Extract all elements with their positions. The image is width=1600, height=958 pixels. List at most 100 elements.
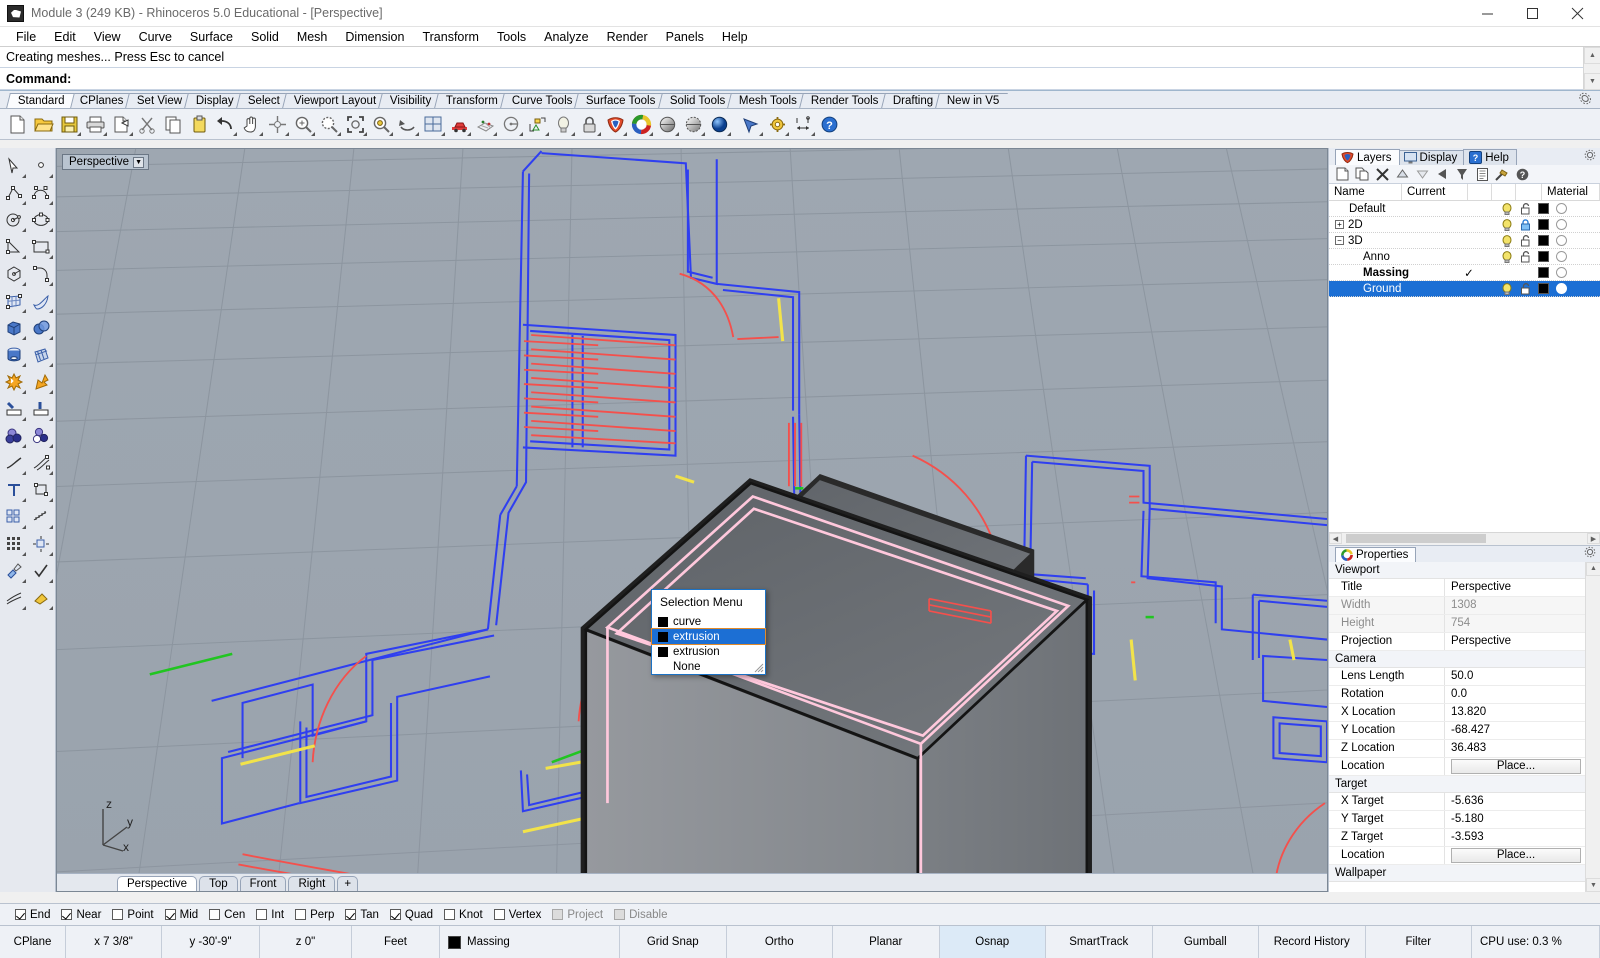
layer-current-marker[interactable]: ✓ xyxy=(1436,266,1502,280)
layers-scroll-right-icon[interactable]: ▶ xyxy=(1587,533,1600,544)
viewport-tab-top[interactable]: Top xyxy=(199,876,238,891)
selection-menu-item[interactable]: extrusion xyxy=(651,628,766,645)
osnap-option-int[interactable]: Int xyxy=(251,909,289,921)
viewport-layout-icon[interactable] xyxy=(421,112,446,137)
menu-item-surface[interactable]: Surface xyxy=(181,28,242,46)
status-toggle-osnap[interactable]: Osnap xyxy=(939,926,1046,958)
render-preview-icon[interactable] xyxy=(739,112,764,137)
layer-visibility-bulb-icon[interactable] xyxy=(1502,218,1513,231)
osnap-checkbox[interactable] xyxy=(552,909,564,920)
osnap-option-vertex[interactable]: Vertex xyxy=(489,909,547,921)
command-scrollbar[interactable]: ▲ ▼ xyxy=(1583,47,1600,90)
zoom-selected-icon[interactable] xyxy=(369,112,394,137)
split-icon[interactable] xyxy=(27,395,54,422)
layer-visibility-bulb-icon[interactable] xyxy=(1502,282,1513,295)
viewport-menu-caret-icon[interactable]: ▼ xyxy=(133,156,145,168)
menu-item-edit[interactable]: Edit xyxy=(45,28,85,46)
menu-item-view[interactable]: View xyxy=(85,28,130,46)
menu-item-dimension[interactable]: Dimension xyxy=(336,28,413,46)
viewport-tab-front[interactable]: Front xyxy=(239,876,287,891)
status-toggle-ortho[interactable]: Ortho xyxy=(727,926,833,958)
properties-scroll-up-icon[interactable]: ▲ xyxy=(1586,561,1600,576)
osnap-option-point[interactable]: Point xyxy=(107,909,158,921)
save-file-icon[interactable] xyxy=(57,112,82,137)
layer-lock-icon[interactable] xyxy=(1520,267,1531,279)
light-bulb-icon[interactable] xyxy=(551,112,576,137)
layer-color-swatch[interactable] xyxy=(1538,203,1549,214)
boolean-difference-icon[interactable] xyxy=(27,422,54,449)
object-snap-icon[interactable] xyxy=(525,112,550,137)
delete-layer-icon[interactable] xyxy=(1373,166,1391,183)
osnap-checkbox[interactable] xyxy=(295,909,307,920)
polyline-icon[interactable] xyxy=(0,179,27,206)
layer-properties-icon[interactable] xyxy=(1473,166,1491,183)
color-wheel-icon[interactable] xyxy=(629,112,654,137)
new-layer-icon[interactable] xyxy=(1333,166,1351,183)
place-button[interactable]: Place... xyxy=(1451,847,1581,863)
menu-item-analyze[interactable]: Analyze xyxy=(535,28,597,46)
boolean-spheres-icon[interactable] xyxy=(27,314,54,341)
panel-tab-help[interactable]: ? Help xyxy=(1463,149,1517,165)
layers-help-icon[interactable]: ? xyxy=(1513,166,1531,183)
properties-scrollbar[interactable]: ▲ ▼ xyxy=(1585,561,1600,892)
fillet-curve-icon[interactable] xyxy=(27,260,54,287)
osnap-checkbox[interactable] xyxy=(112,909,124,920)
layer-expander-icon[interactable]: + xyxy=(1335,220,1344,229)
selection-menu-item[interactable]: curve xyxy=(652,614,765,629)
osnap-checkbox[interactable] xyxy=(493,909,505,920)
osnap-option-end[interactable]: End xyxy=(10,909,55,921)
property-value[interactable]: -5.180 xyxy=(1445,811,1585,828)
toolbar-tab-transform[interactable]: Transform xyxy=(433,93,507,108)
menu-item-panels[interactable]: Panels xyxy=(657,28,713,46)
status-units[interactable]: Feet xyxy=(352,926,440,958)
toolbar-tab-visibility[interactable]: Visibility xyxy=(378,93,441,108)
osnap-checkbox[interactable] xyxy=(256,909,268,920)
layer-material-swatch[interactable] xyxy=(1556,283,1567,294)
layer-visibility-bulb-icon[interactable] xyxy=(1502,267,1513,279)
new-sublayer-icon[interactable] xyxy=(1353,166,1371,183)
grid-snap-tool-icon[interactable] xyxy=(0,530,27,557)
render-mesh-icon[interactable] xyxy=(27,584,54,611)
menu-item-curve[interactable]: Curve xyxy=(130,28,181,46)
toolbar-tab-drafting[interactable]: Drafting xyxy=(880,93,942,108)
status-current-layer[interactable]: Massing xyxy=(440,926,620,958)
toolbar-tab-render-tools[interactable]: Render Tools xyxy=(799,93,888,108)
panel-tab-layers[interactable]: Layers xyxy=(1335,149,1400,165)
rotate-view-icon[interactable] xyxy=(265,112,290,137)
paste-icon[interactable] xyxy=(187,112,212,137)
place-button[interactable]: Place... xyxy=(1451,758,1581,774)
new-file-icon[interactable] xyxy=(5,112,30,137)
status-toggle-record-history[interactable]: Record History xyxy=(1259,926,1366,958)
properties-content[interactable]: Viewport Title Perspective Width 1308 Height 7… xyxy=(1329,561,1600,892)
layers-list[interactable]: Default +2D −3D Anno Massing ✓ Ground xyxy=(1329,201,1600,532)
analyze-tool-icon[interactable] xyxy=(0,584,27,611)
layer-row[interactable]: −3D xyxy=(1329,233,1600,249)
close-button[interactable] xyxy=(1555,0,1600,27)
layers-horizontal-scrollbar[interactable]: ◀ ▶ xyxy=(1329,531,1600,545)
help-icon[interactable]: ? xyxy=(817,112,842,137)
status-toggle-grid-snap[interactable]: Grid Snap xyxy=(620,926,727,958)
osnap-option-cen[interactable]: Cen xyxy=(204,909,250,921)
move-object-icon[interactable] xyxy=(27,530,54,557)
property-value[interactable]: Perspective xyxy=(1445,579,1585,596)
layers-column-icon4[interactable] xyxy=(1516,184,1542,200)
panel-options-gear-icon[interactable] xyxy=(1584,149,1596,164)
toolbar-tab-surface-tools[interactable]: Surface Tools xyxy=(574,93,665,108)
toolbar-tab-display[interactable]: Display xyxy=(184,93,243,108)
status-toggle-smarttrack[interactable]: SmartTrack xyxy=(1046,926,1153,958)
array-icon[interactable] xyxy=(0,503,27,530)
osnap-checkbox[interactable] xyxy=(614,909,626,920)
layer-lock-icon[interactable] xyxy=(1520,218,1531,231)
mesh-from-surface-icon[interactable] xyxy=(27,341,54,368)
boolean-union-icon[interactable] xyxy=(0,422,27,449)
menu-item-help[interactable]: Help xyxy=(713,28,757,46)
layer-color-swatch[interactable] xyxy=(1538,235,1549,246)
filter-layers-icon[interactable] xyxy=(1453,166,1471,183)
status-toggle-filter[interactable]: Filter xyxy=(1366,926,1472,958)
property-value[interactable]: 50.0 xyxy=(1445,668,1585,685)
osnap-option-project[interactable]: Project xyxy=(547,909,608,921)
explode-icon[interactable] xyxy=(0,368,27,395)
layer-color-swatch[interactable] xyxy=(1538,251,1549,262)
status-cplane[interactable]: CPlane xyxy=(0,926,66,958)
property-value[interactable]: 36.483 xyxy=(1445,740,1585,757)
